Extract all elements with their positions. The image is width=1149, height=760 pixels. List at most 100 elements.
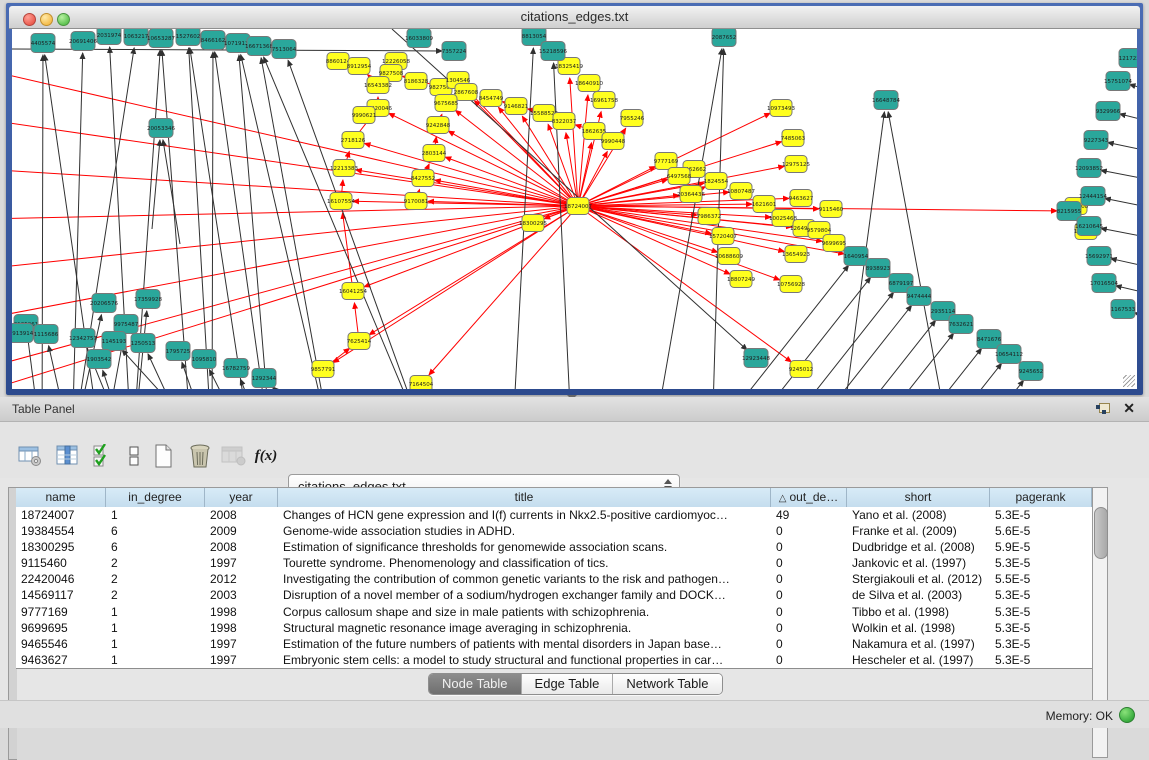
- network-edge[interactable]: [189, 48, 212, 389]
- network-edge[interactable]: [1116, 286, 1137, 299]
- network-node[interactable]: 9990621: [352, 107, 377, 124]
- table-cell[interactable]: 49: [771, 507, 847, 523]
- network-node[interactable]: 9975487: [114, 315, 139, 334]
- table-cell[interactable]: 0: [771, 587, 847, 603]
- network-node[interactable]: 1167533: [1111, 300, 1136, 319]
- network-edge[interactable]: [769, 305, 912, 389]
- network-edge[interactable]: [1101, 228, 1137, 242]
- table-cell[interactable]: 1: [106, 636, 205, 652]
- network-node[interactable]: 1063217: [124, 29, 149, 46]
- network-node[interactable]: 1903542: [87, 350, 112, 369]
- column-header-in_degree[interactable]: in_degree: [106, 488, 205, 508]
- close-panel-icon[interactable]: ✕: [1123, 400, 1135, 417]
- table-cell[interactable]: Disruption of a novel member of a sodium…: [278, 587, 771, 603]
- network-node[interactable]: 2087652: [712, 29, 737, 47]
- network-node[interactable]: 8938923: [866, 259, 891, 278]
- network-node[interactable]: 9675685: [434, 95, 459, 112]
- network-edge[interactable]: [1108, 142, 1137, 156]
- network-edge[interactable]: [163, 140, 180, 244]
- network-node[interactable]: 9777169: [654, 153, 679, 170]
- table-cell[interactable]: 9777169: [16, 604, 106, 620]
- table-cell[interactable]: Investigating the contribution of common…: [278, 571, 771, 587]
- tab-edge-table[interactable]: Edge Table: [522, 674, 614, 694]
- table-cell[interactable]: de Silva et al. (2003): [847, 587, 990, 603]
- network-node[interactable]: 18640910: [575, 75, 603, 92]
- network-node[interactable]: 15751074: [1104, 72, 1132, 91]
- table-row[interactable]: 946362711997Embryonic stem cells: a mode…: [16, 652, 1092, 668]
- table-cell[interactable]: Embryonic stem cells: a model to study s…: [278, 652, 771, 668]
- column-header-name[interactable]: name: [16, 488, 106, 508]
- table-cell[interactable]: Franke et al. (2009): [847, 523, 990, 539]
- network-edge[interactable]: [793, 320, 936, 389]
- table-cell[interactable]: Jankovic et al. (1997): [847, 555, 990, 571]
- table-cell[interactable]: 1: [106, 507, 205, 523]
- network-node[interactable]: 9990448: [601, 133, 626, 150]
- table-cell[interactable]: 18300295: [16, 539, 106, 555]
- table-cell[interactable]: 1997: [205, 636, 278, 652]
- table-row[interactable]: 977716911998Corpus callosum shape and si…: [16, 604, 1092, 620]
- network-edge[interactable]: [1101, 170, 1137, 184]
- network-edge[interactable]: [356, 170, 578, 206]
- table-cell[interactable]: Dudbridge et al. (2008): [847, 539, 990, 555]
- network-node[interactable]: 9115460: [819, 201, 844, 218]
- table-cell[interactable]: 1997: [205, 555, 278, 571]
- network-node[interactable]: 12213383: [330, 160, 358, 177]
- network-node[interactable]: 16543382: [364, 77, 392, 94]
- network-node[interactable]: 9245652: [1019, 362, 1044, 381]
- column-header-pagerank[interactable]: pagerank: [990, 488, 1092, 508]
- table-cell[interactable]: 0: [771, 571, 847, 587]
- tab-network-table[interactable]: Network Table: [613, 674, 721, 694]
- network-node[interactable]: 1217232: [1119, 49, 1137, 68]
- network-edge[interactable]: [162, 50, 192, 389]
- table-cell[interactable]: Hescheler et al. (1997): [847, 652, 990, 668]
- network-node[interactable]: 1527602: [176, 29, 201, 46]
- table-cell[interactable]: 5.3E-5: [990, 636, 1092, 652]
- network-node[interactable]: 9170081: [404, 193, 429, 210]
- table-cell[interactable]: 9699695: [16, 620, 106, 636]
- network-node[interactable]: 1095810: [192, 350, 217, 369]
- network-node[interactable]: 9245012: [789, 361, 814, 378]
- network-node[interactable]: 7632621: [949, 315, 974, 334]
- table-cell[interactable]: 0: [771, 539, 847, 555]
- column-header-short[interactable]: short: [847, 488, 990, 508]
- network-edge[interactable]: [365, 143, 578, 206]
- network-node[interactable]: 12975125: [782, 156, 810, 173]
- table-cell[interactable]: 0: [771, 652, 847, 668]
- network-node[interactable]: 15720407: [709, 228, 737, 245]
- network-node[interactable]: 1621601: [752, 196, 777, 213]
- network-node[interactable]: 9242848: [426, 117, 451, 134]
- network-node[interactable]: 20691406: [69, 32, 97, 51]
- network-view-canvas[interactable]: 1872400788601248912954122260589827508165…: [12, 29, 1137, 389]
- network-node[interactable]: 20206576: [90, 294, 118, 313]
- network-node[interactable]: 9227343: [1084, 131, 1109, 150]
- table-row[interactable]: 969969511998Structural magnetic resonanc…: [16, 620, 1092, 636]
- network-window-titlebar[interactable]: citations_edges.txt: [9, 6, 1140, 29]
- network-node[interactable]: 16041254: [339, 283, 367, 300]
- table-cell[interactable]: 2003: [205, 587, 278, 603]
- column-header-year[interactable]: year: [205, 488, 278, 508]
- table-row[interactable]: 2242004622012Investigating the contribut…: [16, 571, 1092, 587]
- scrollbar-thumb[interactable]: [1094, 507, 1108, 559]
- table-cell[interactable]: 2008: [205, 539, 278, 555]
- table-cell[interactable]: 1: [106, 620, 205, 636]
- network-edge[interactable]: [12, 206, 578, 219]
- network-edge[interactable]: [429, 206, 578, 375]
- function-builder-icon[interactable]: f(x): [250, 440, 282, 472]
- network-node[interactable]: 16107554: [327, 193, 355, 210]
- network-node[interactable]: 7955246: [620, 110, 645, 127]
- network-edge[interactable]: [578, 143, 591, 206]
- network-node[interactable]: 13654923: [782, 246, 810, 263]
- network-node[interactable]: 7485063: [781, 130, 806, 147]
- network-node[interactable]: 20364436: [677, 186, 705, 203]
- network-node[interactable]: 8466162: [201, 31, 226, 50]
- table-cell[interactable]: Estimation of significance thresholds fo…: [278, 539, 771, 555]
- select-rows-icon[interactable]: [86, 440, 118, 472]
- table-row[interactable]: 946554611997Estimation of the future num…: [16, 636, 1092, 652]
- table-cell[interactable]: 0: [771, 620, 847, 636]
- table-cell[interactable]: 2009: [205, 523, 278, 539]
- column-header-out_de[interactable]: △out_de…: [771, 488, 847, 508]
- table-cell[interactable]: 0: [771, 636, 847, 652]
- network-graph[interactable]: 1872400788601248912954122260589827508165…: [12, 29, 1137, 389]
- network-node[interactable]: 9857791: [311, 361, 336, 378]
- network-edge[interactable]: [1105, 198, 1137, 212]
